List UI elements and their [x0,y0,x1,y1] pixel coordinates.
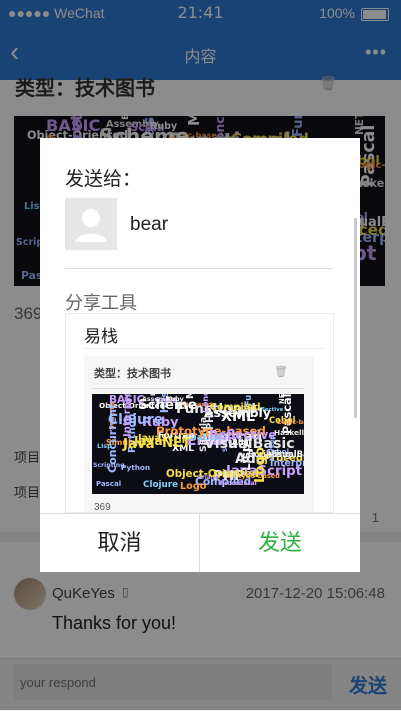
wordcloud-word: Procedural [220,480,257,487]
recipient-avatar [65,198,117,250]
cancel-button[interactable]: 取消 [40,514,200,572]
share-dialog: 发送给： bear 分享工具 易栈 类型：技术图书 🗑 JavaScript PH… [40,138,360,572]
wordcloud-word: Object-Oriented [166,468,259,480]
wordcloud-word: BASIC [109,394,145,406]
wordcloud-word: Python [121,463,151,472]
preview-content: 类型：技术图书 🗑 JavaScript PHP Simula Matlab NET XM… [84,356,314,513]
wordcloud-word: Java [123,437,155,452]
wordcloud-word: Haskell [274,428,304,437]
send-button[interactable]: 发送 [200,514,360,572]
wordcloud-word: Concurrent [201,394,210,413]
dialog-buttons: 取消 发送 [40,513,360,572]
wordcloud-word: Logic-based [277,418,304,426]
scrollbar[interactable] [354,218,357,418]
wordcloud-word: Logo [180,481,207,492]
divider [92,388,304,389]
preview-section-title: 类型：技术图书 [94,368,171,380]
divider [65,268,332,269]
preview-number: 369 [94,502,111,513]
wordcloud-word: Pascal [96,480,122,488]
wordcloud-word: Compiled [210,402,261,413]
share-preview-card: 易栈 类型：技术图书 🗑 JavaScript PHP Simula Matlab NE… [65,313,334,513]
wordcloud-word: Lisp [97,442,112,450]
share-tool-label: 分享工具 [65,293,137,313]
divider [84,348,324,349]
recipient-name: bear [130,214,169,235]
wordcloud-word: Clojure [108,412,164,428]
trash-icon: 🗑 [274,366,288,378]
person-icon [75,209,107,242]
preview-book-image: JavaScript PHP Simula Matlab NET XML Pascal Pyt… [92,394,304,494]
wordcloud-word: Scheme [138,398,197,413]
wordcloud-word: Reflective [209,428,277,442]
wordcloud-word: Clojure [143,480,179,490]
send-to-label: 发送给： [65,169,142,190]
share-card-title: 易栈 [84,327,118,346]
wordcloud-word: Logo [253,447,268,483]
